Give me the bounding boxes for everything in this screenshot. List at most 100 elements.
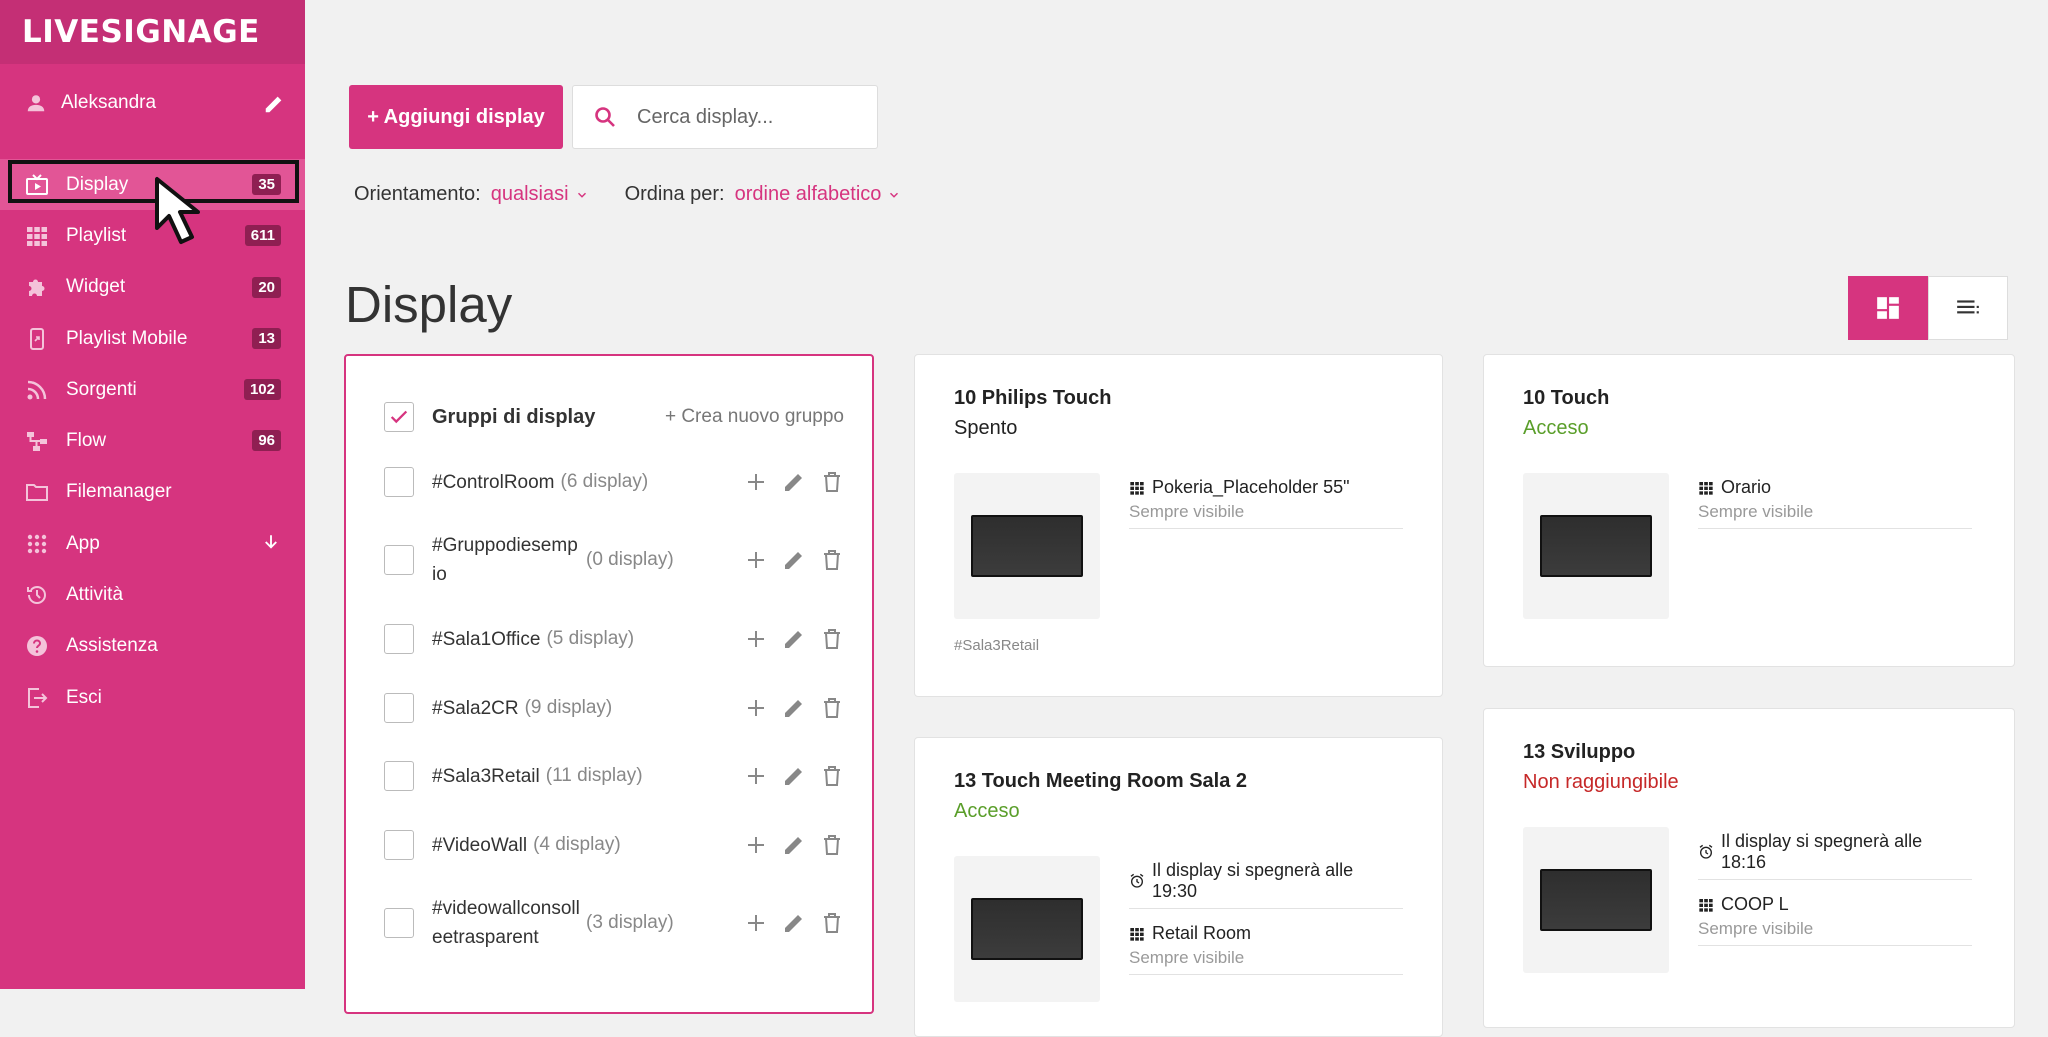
group-name[interactable]: #Sala3Retail [432, 762, 540, 791]
logout-icon [28, 687, 48, 708]
trash-icon[interactable] [820, 696, 844, 720]
group-name[interactable]: #Sala1Office [432, 625, 540, 654]
playlist-line: COOP L Sempre visibile [1698, 894, 1972, 946]
pencil-icon[interactable] [782, 911, 806, 935]
plus-icon[interactable] [744, 627, 768, 651]
plus-icon[interactable] [744, 696, 768, 720]
display-name[interactable]: 13 Touch Meeting Room Sala 2 [954, 770, 1247, 793]
sidebar-item-label: Playlist Mobile [66, 327, 188, 349]
group-checkbox[interactable] [384, 545, 414, 575]
display-card[interactable]: 13 Touch Meeting Room Sala 2 Acceso Il d… [914, 737, 1443, 1037]
count-badge: 102 [243, 379, 281, 401]
display-name[interactable]: 13 Sviluppo [1523, 741, 1635, 764]
group-actions [744, 696, 844, 720]
sidebar-item-label: Assistenza [66, 635, 158, 657]
playlist-name[interactable]: Orario [1721, 477, 1771, 498]
trash-icon[interactable] [820, 764, 844, 788]
list-view-button[interactable] [1928, 276, 2008, 340]
sidebar-item-flow[interactable]: Flow 96 [0, 415, 305, 466]
group-name[interactable]: #VideoWall [432, 831, 527, 860]
plus-icon[interactable] [744, 764, 768, 788]
sidebar-item-playlist-mobile[interactable]: Playlist Mobile 13 [0, 313, 305, 364]
pencil-icon[interactable] [782, 833, 806, 857]
trash-icon[interactable] [820, 470, 844, 494]
display-card[interactable]: 10 Philips Touch Spento Pokeria_Placehol… [914, 354, 1443, 697]
sidebar-item-filemanager[interactable]: Filemanager [0, 467, 305, 518]
group-checkbox[interactable] [384, 693, 414, 723]
plus-icon[interactable] [744, 833, 768, 857]
schedule-text: Il display si spegnerà alle 18:16 [1720, 831, 1923, 872]
group-count: (9 display) [524, 697, 613, 718]
display-name[interactable]: 10 Touch [1523, 387, 1609, 410]
sidebar-item-sorgenti[interactable]: Sorgenti 102 [0, 364, 305, 415]
group-name[interactable]: #Sala2CR [432, 694, 519, 723]
sidebar-item-esci[interactable]: Esci [0, 672, 305, 723]
sidebar-item-app[interactable]: App [0, 518, 305, 569]
group-actions [744, 911, 844, 935]
trash-icon[interactable] [820, 911, 844, 935]
visibility: Sempre visibile [1129, 948, 1245, 967]
filter-bar: Orientamento: qualsiasi Ordina per: ordi… [354, 183, 901, 206]
sidebar-item-attivita[interactable]: Attività [0, 569, 305, 620]
group-name[interactable]: #ControlRoom [432, 468, 555, 497]
display-thumbnail[interactable] [954, 856, 1100, 1002]
select-all-checkbox[interactable] [384, 402, 414, 432]
add-display-button[interactable]: + Aggiungi display [349, 85, 563, 149]
display-thumbnail[interactable] [1523, 827, 1669, 973]
count-badge: 20 [252, 276, 281, 298]
logo[interactable]: LIVESIGNAGE [22, 14, 260, 50]
pencil-icon[interactable] [782, 548, 806, 572]
grid-view-button[interactable] [1848, 276, 1928, 340]
sidebar-item-label: Sorgenti [66, 378, 137, 400]
display-card[interactable]: 10 Touch Acceso Orario Sempre visibile [1483, 354, 2015, 667]
orientation-value: qualsiasi [490, 183, 569, 205]
visibility: Sempre visibile [1129, 502, 1245, 521]
pencil-icon[interactable] [782, 764, 806, 788]
group-checkbox[interactable] [384, 908, 414, 938]
playlist-name[interactable]: COOP L [1721, 894, 1789, 915]
plus-icon[interactable] [744, 911, 768, 935]
arrow-down-icon[interactable] [262, 533, 280, 551]
display-card[interactable]: 13 Sviluppo Non raggiungibile Il display… [1483, 708, 2015, 1028]
flow-icon [27, 432, 47, 452]
trash-icon[interactable] [820, 627, 844, 651]
group-count: (6 display) [560, 471, 649, 492]
orientation-dropdown[interactable]: qualsiasi [491, 183, 589, 206]
orientation-label: Orientamento: [354, 183, 481, 205]
pencil-icon[interactable] [782, 627, 806, 651]
display-name[interactable]: 10 Philips Touch [954, 387, 1111, 410]
plus-icon[interactable] [744, 470, 768, 494]
group-row: #videowallconsolleetrasparent (3 display… [384, 894, 844, 952]
pencil-icon[interactable] [782, 470, 806, 494]
sidebar-item-assistenza[interactable]: Assistenza [0, 621, 305, 672]
playlist-line: Pokeria_Placeholder 55" Sempre visibile [1129, 477, 1403, 529]
playlist-name[interactable]: Retail Room [1152, 923, 1251, 944]
sort-dropdown[interactable]: ordine alfabetico [735, 183, 902, 206]
group-checkbox[interactable] [384, 761, 414, 791]
sidebar-item-widget[interactable]: Widget 20 [0, 262, 305, 313]
edit-profile-icon[interactable] [263, 93, 285, 115]
trash-icon[interactable] [820, 833, 844, 857]
user-profile[interactable]: Aleksandra [25, 85, 285, 121]
pencil-icon[interactable] [782, 696, 806, 720]
search-box[interactable] [572, 85, 878, 149]
list-icon [1957, 300, 1979, 314]
alarm-clock-icon [1130, 873, 1144, 888]
playlist-name[interactable]: Pokeria_Placeholder 55" [1152, 477, 1350, 498]
group-actions [744, 627, 844, 651]
group-checkbox[interactable] [384, 467, 414, 497]
display-info: Il display si spegnerà alle 18:16 COOP L… [1698, 831, 1972, 960]
display-thumbnail[interactable] [954, 473, 1100, 619]
display-thumbnail[interactable] [1523, 473, 1669, 619]
schedule-line: Il display si spegnerà alle 19:30 [1129, 860, 1403, 909]
sidebar-item-playlist[interactable]: Playlist 611 [0, 210, 305, 261]
create-group-link[interactable]: + Crea nuovo gruppo [665, 406, 844, 428]
group-checkbox[interactable] [384, 830, 414, 860]
group-checkbox[interactable] [384, 624, 414, 654]
group-name[interactable]: #Gruppodiesempio [432, 531, 580, 589]
sidebar-item-display[interactable]: Display 35 [0, 159, 305, 211]
trash-icon[interactable] [820, 548, 844, 572]
plus-icon[interactable] [744, 548, 768, 572]
search-input[interactable] [637, 105, 857, 129]
group-name[interactable]: #videowallconsolleetrasparent [432, 894, 580, 952]
